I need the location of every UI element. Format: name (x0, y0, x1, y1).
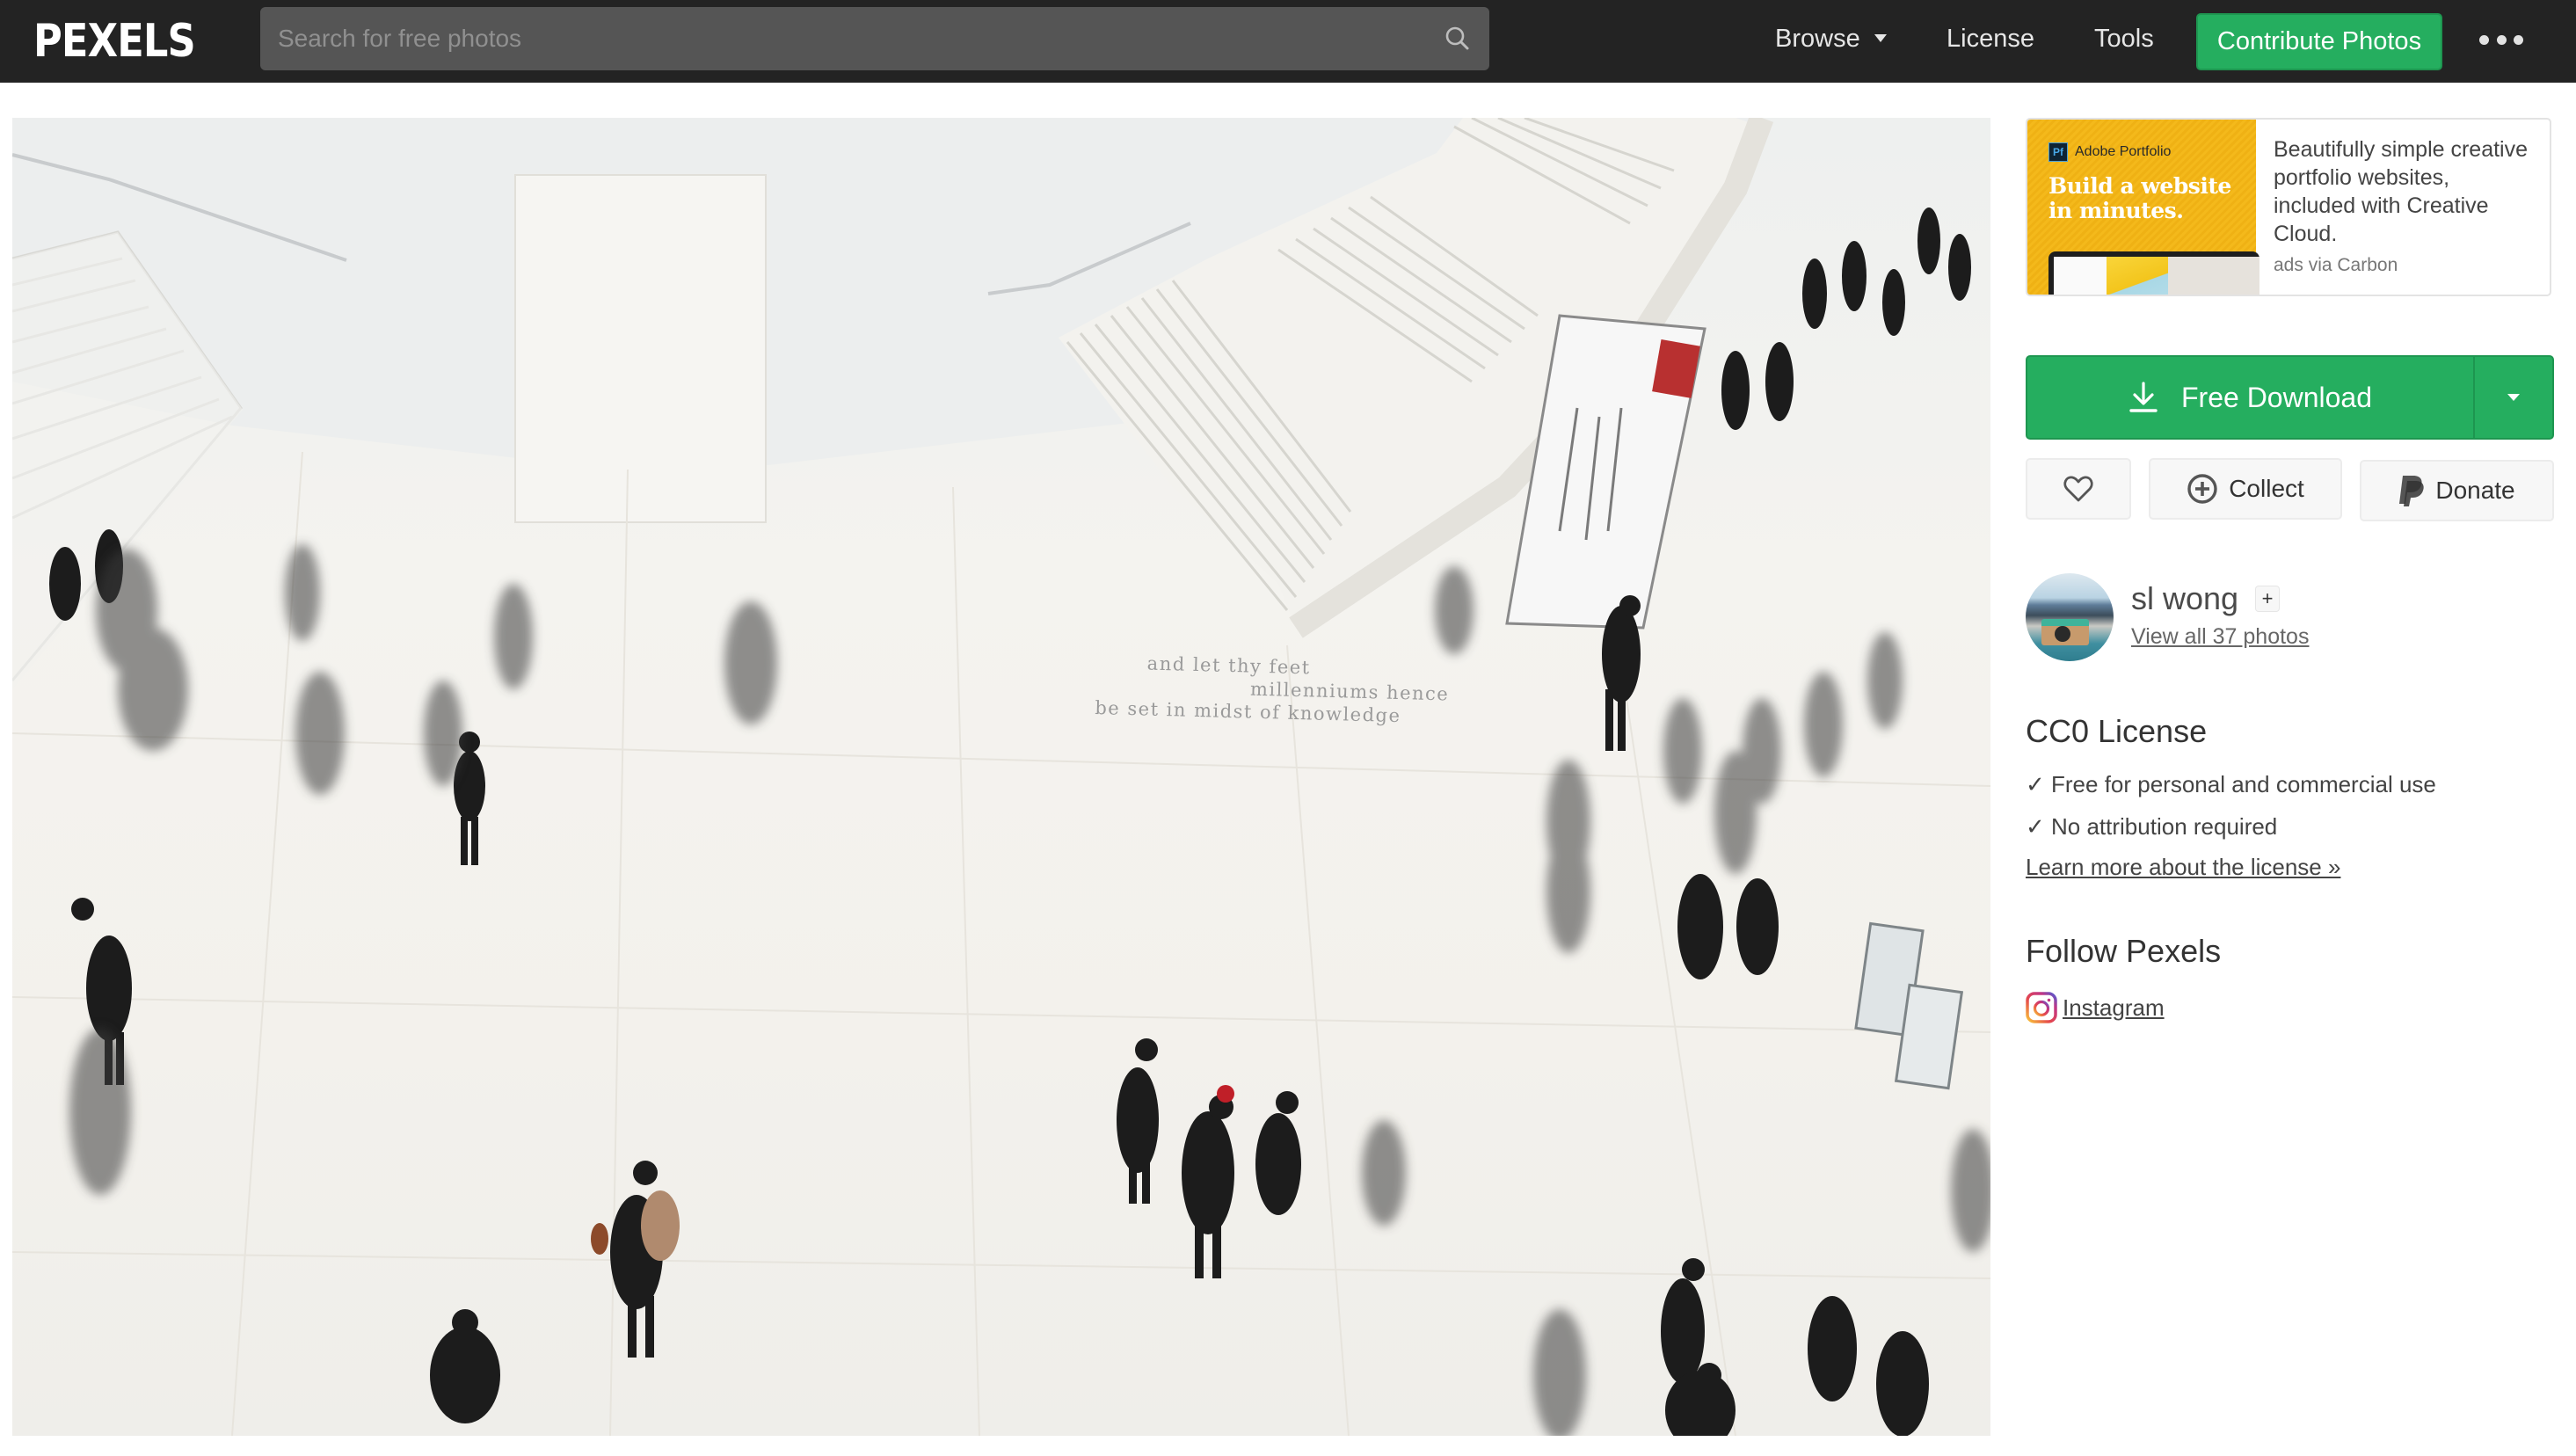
search-input[interactable] (260, 7, 1426, 70)
download-options-dropdown[interactable] (2473, 357, 2552, 438)
nav-browse[interactable]: Browse (1775, 19, 1887, 58)
license-heading: CC0 License (2026, 713, 2208, 749)
download-icon (2128, 382, 2158, 413)
ad-via-carbon[interactable]: ads via Carbon (2274, 255, 2534, 276)
donate-button[interactable]: Donate (2360, 460, 2554, 521)
license-item: ✓ No attribution required (2026, 813, 2278, 840)
learn-more-license-link[interactable]: Learn more about the license » (2026, 853, 2340, 881)
photo-scene (12, 118, 1990, 1436)
people-blurred (69, 544, 1990, 1436)
donate-label: Donate (2435, 477, 2515, 504)
contribute-photos-button[interactable]: Contribute Photos (2196, 13, 2442, 70)
instagram-icon (2026, 992, 2057, 1023)
ad-headline: Build a website in minutes. (2048, 173, 2231, 223)
more-menu-button[interactable] (2479, 26, 2523, 53)
instagram-label: Instagram (2063, 994, 2165, 1021)
floor-inscription: and let thy feet millenniums hence be se… (1095, 652, 1450, 727)
plus-circle-icon (2187, 473, 2218, 505)
instagram-link[interactable]: Instagram (2026, 992, 2165, 1023)
more-horizontal-icon (2479, 34, 2489, 45)
view-all-photos-link[interactable]: View all 37 photos (2131, 624, 2309, 650)
collect-button[interactable]: Collect (2149, 458, 2342, 520)
heart-icon (2063, 475, 2093, 503)
collect-label: Collect (2229, 475, 2304, 502)
nav-license[interactable]: License (1947, 19, 2034, 58)
laptop-illustration (2048, 251, 2259, 295)
carbon-ad[interactable]: Pf Adobe Portfolio Build a website in mi… (2026, 118, 2551, 296)
caret-down-icon (1874, 33, 1887, 42)
caret-down-icon (2507, 394, 2520, 401)
search-icon[interactable] (1426, 7, 1489, 70)
follow-pexels-heading: Follow Pexels (2026, 933, 2222, 969)
nav-browse-label: Browse (1775, 25, 1860, 53)
author-name[interactable]: sl wong (2131, 580, 2238, 617)
top-navbar: PEXELS Browse License Tools Contribute P… (0, 0, 2576, 83)
pexels-logo[interactable]: PEXELS (33, 16, 196, 67)
follow-author-button[interactable]: + (2255, 586, 2280, 612)
like-button[interactable] (2026, 458, 2131, 520)
free-download-label: Free Download (2181, 381, 2372, 413)
ad-image[interactable]: Pf Adobe Portfolio Build a website in mi… (2027, 120, 2259, 295)
search-bar[interactable] (260, 7, 1489, 70)
ad-copy[interactable]: Beautifully simple creative portfolio we… (2274, 135, 2534, 248)
nav-tools[interactable]: Tools (2094, 19, 2154, 58)
adobe-portfolio-logo: Pf (2048, 142, 2068, 162)
paypal-icon (2398, 474, 2425, 507)
author-avatar[interactable] (2026, 573, 2114, 661)
ad-brand: Adobe Portfolio (2075, 144, 2172, 159)
main-photo[interactable]: and let thy feet millenniums hence be se… (12, 118, 1990, 1436)
license-item: ✓ Free for personal and commercial use (2026, 771, 2436, 797)
free-download-button[interactable]: Free Download (2027, 357, 2473, 438)
free-download-button-group: Free Download (2026, 355, 2554, 440)
